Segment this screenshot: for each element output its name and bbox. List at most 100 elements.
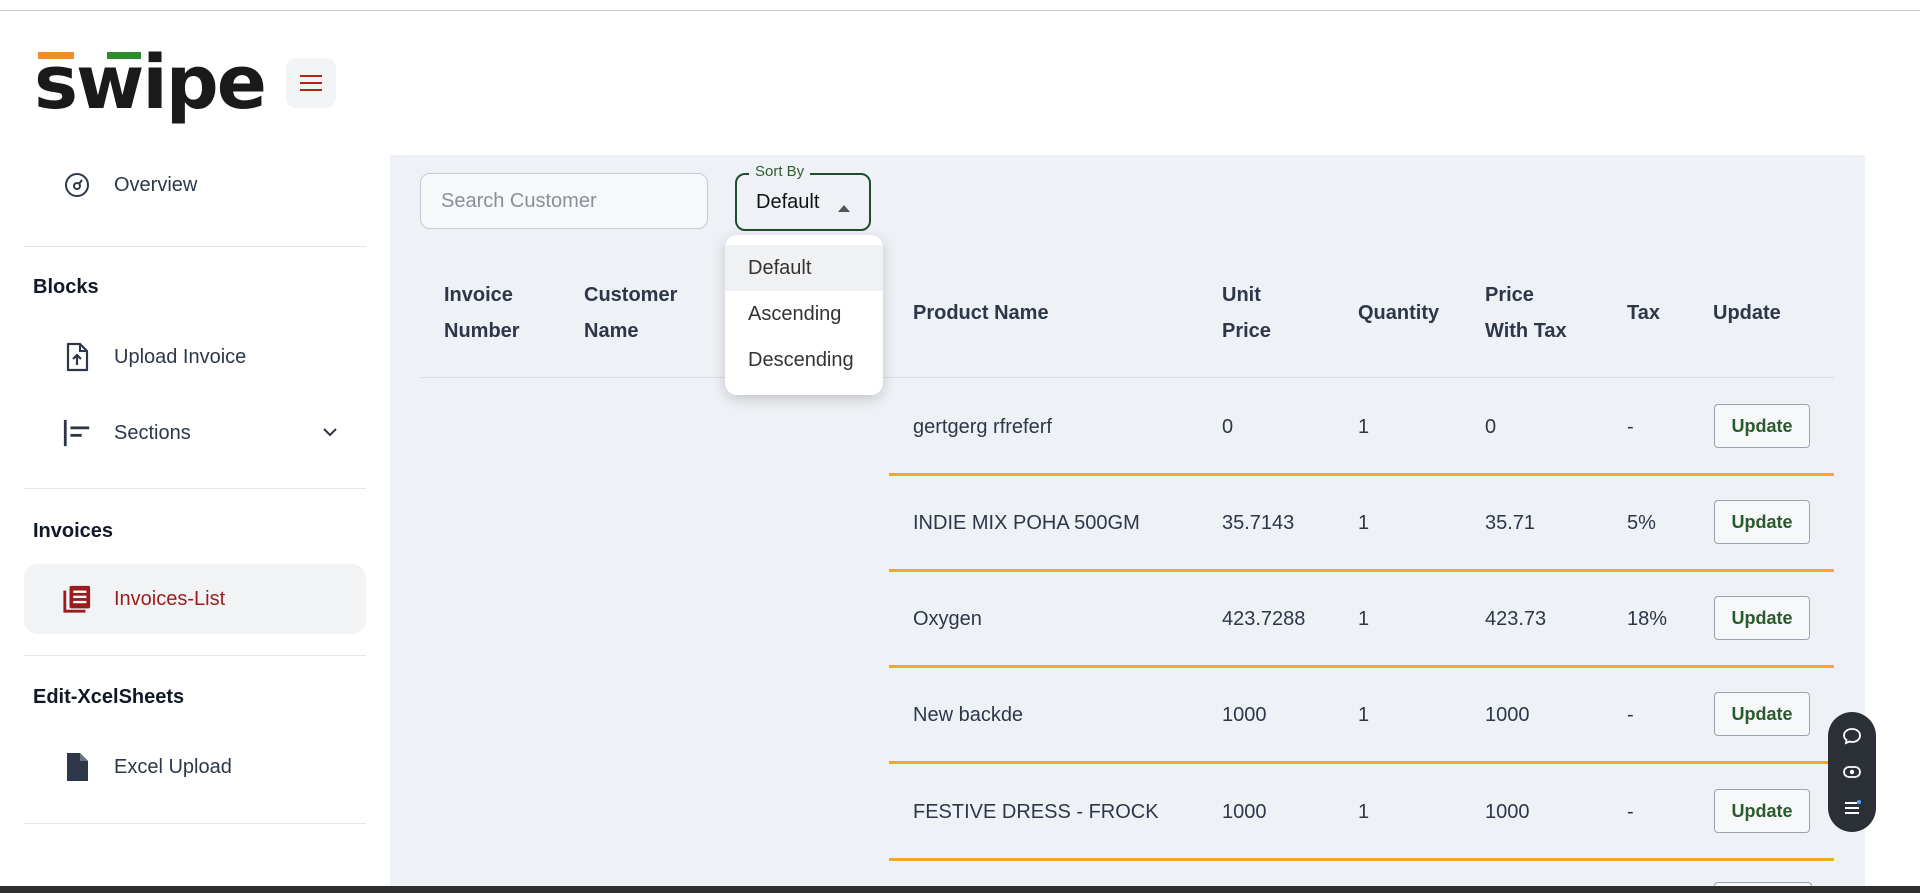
- cell-quantity: 1: [1358, 704, 1370, 726]
- header-line: Number: [444, 320, 520, 342]
- section-title-invoices: Invoices: [33, 520, 114, 542]
- sidebar-item-label: Upload Invoice: [114, 345, 247, 368]
- cell-product-name: Oxygen: [913, 608, 982, 630]
- header-line: Price: [1222, 320, 1271, 342]
- cell-unit-price: 1000: [1222, 801, 1267, 823]
- cell-product-name: gertgerg rfreferf: [913, 416, 1052, 438]
- invoices-main-panel: Sort By Default Default Ascending Descen…: [390, 155, 1865, 887]
- menu-toggle-button[interactable]: [286, 58, 336, 108]
- header-product-name: Product Name: [913, 302, 1049, 324]
- cell-product-name: FESTIVE DRESS - FROCK: [913, 801, 1159, 823]
- sort-selected-value: Default: [756, 191, 820, 213]
- sidebar-item-label: Invoices-List: [114, 587, 226, 610]
- sort-option-label: Descending: [748, 349, 854, 371]
- cell-tax: 5%: [1627, 512, 1656, 534]
- sidebar-item-invoices-list[interactable]: Invoices-List: [24, 564, 366, 634]
- sidebar-divider: [24, 488, 366, 489]
- swipe-logo[interactable]: swipe: [34, 46, 267, 120]
- cell-quantity: 1: [1358, 801, 1370, 823]
- header-update: Update: [1713, 302, 1781, 324]
- sort-dropdown-menu: Default Ascending Descending: [725, 235, 883, 395]
- file-upload-icon: [62, 342, 92, 372]
- header-invoice-number: Invoice Number: [444, 277, 520, 349]
- cell-unit-price: 0: [1222, 416, 1234, 438]
- cell-tax: -: [1627, 416, 1634, 438]
- cell-unit-price: 35.7143: [1222, 512, 1295, 534]
- eye-icon[interactable]: [1828, 754, 1876, 790]
- cell-quantity: 1: [1358, 416, 1370, 438]
- update-button[interactable]: Update: [1714, 789, 1810, 833]
- cell-price-with-tax: 35.71: [1485, 512, 1536, 534]
- sort-by-label: Sort By: [749, 163, 811, 180]
- caret-up-icon: [837, 199, 851, 217]
- table-header-divider: [420, 377, 1834, 378]
- search-customer-input[interactable]: [420, 173, 708, 229]
- floating-tool-panel: [1828, 712, 1876, 832]
- chevron-down-icon[interactable]: [322, 424, 338, 442]
- list-icon[interactable]: [1828, 790, 1876, 826]
- sort-option-label: Default: [748, 257, 812, 279]
- sidebar-item-overview[interactable]: Overview: [24, 150, 366, 220]
- sidebar-divider: [24, 823, 366, 824]
- sidebar-item-label: Sections: [114, 421, 191, 444]
- list-document-icon: [62, 584, 92, 614]
- sidebar-divider: [24, 246, 366, 247]
- cell-tax: 18%: [1627, 608, 1668, 630]
- sidebar-item-upload-invoice[interactable]: Upload Invoice: [24, 322, 366, 392]
- cell-unit-price: 423.7288: [1222, 608, 1306, 630]
- cell-quantity: 1: [1358, 512, 1370, 534]
- table-row: INDIE MIX POHA 500GM 35.7143 1 35.71 5% …: [390, 475, 1865, 572]
- logo-green-bar: [107, 52, 141, 59]
- header-quantity: Quantity: [1358, 302, 1440, 324]
- cell-quantity: 1: [1358, 608, 1370, 630]
- header-line: Price: [1485, 284, 1534, 306]
- cell-product-name: INDIE MIX POHA 500GM: [913, 512, 1140, 534]
- row-separator: [889, 858, 1834, 861]
- sidebar-divider: [24, 655, 366, 656]
- table-row: Oxygen 423.7288 1 423.73 18% Update: [390, 571, 1865, 668]
- table-row: FESTIVE DRESS - FROCK 1000 1 1000 - Upda…: [390, 763, 1865, 861]
- align-left-icon: [62, 418, 92, 448]
- header-price-with-tax: Price With Tax: [1485, 277, 1567, 349]
- sidebar-item-excel-upload[interactable]: Excel Upload: [24, 732, 366, 802]
- header-line: With Tax: [1485, 320, 1567, 342]
- cell-tax: -: [1627, 801, 1634, 823]
- table-row: gertgerg rfreferf 0 1 0 - Update: [390, 379, 1865, 476]
- cell-price-with-tax: 0: [1485, 416, 1497, 438]
- bottom-taskbar-edge: [0, 886, 1920, 893]
- sort-by-select[interactable]: Sort By Default: [735, 163, 871, 231]
- header-line: Customer: [584, 284, 678, 306]
- section-title-edit-xcelsheets: Edit-XcelSheets: [33, 686, 185, 708]
- table-row: New backde 1000 1 1000 - Update: [390, 667, 1865, 764]
- sidebar-item-label: Excel Upload: [114, 755, 232, 778]
- cell-product-name: New backde: [913, 704, 1024, 726]
- sort-option-default[interactable]: Default: [725, 245, 883, 291]
- sidebar-item-sections[interactable]: Sections: [24, 398, 366, 468]
- cell-price-with-tax: 1000: [1485, 801, 1530, 823]
- section-title-blocks: Blocks: [33, 276, 99, 298]
- chat-icon[interactable]: [1828, 718, 1876, 754]
- cell-price-with-tax: 1000: [1485, 704, 1530, 726]
- cell-unit-price: 1000: [1222, 704, 1267, 726]
- update-button[interactable]: Update: [1714, 596, 1810, 640]
- sort-option-descending[interactable]: Descending: [725, 337, 883, 383]
- update-button[interactable]: Update: [1714, 692, 1810, 736]
- gauge-icon: [62, 170, 92, 200]
- header-unit-price: Unit Price: [1222, 277, 1271, 349]
- sidebar-item-label: Overview: [114, 173, 198, 196]
- header-tax: Tax: [1627, 302, 1660, 324]
- header-line: Invoice: [444, 284, 513, 306]
- logo-orange-bar: [38, 52, 74, 59]
- file-icon: [62, 752, 92, 782]
- header-line: Name: [584, 320, 639, 342]
- cell-tax: -: [1627, 704, 1634, 726]
- sort-option-ascending[interactable]: Ascending: [725, 291, 883, 337]
- header-line: Unit: [1222, 284, 1261, 306]
- update-button[interactable]: Update: [1714, 500, 1810, 544]
- hamburger-icon: [300, 75, 322, 91]
- cell-price-with-tax: 423.73: [1485, 608, 1547, 630]
- header-customer-name: Customer Name: [584, 277, 677, 349]
- sort-option-label: Ascending: [748, 303, 842, 325]
- update-button[interactable]: Update: [1714, 404, 1810, 448]
- browser-top-border: [0, 0, 1920, 11]
